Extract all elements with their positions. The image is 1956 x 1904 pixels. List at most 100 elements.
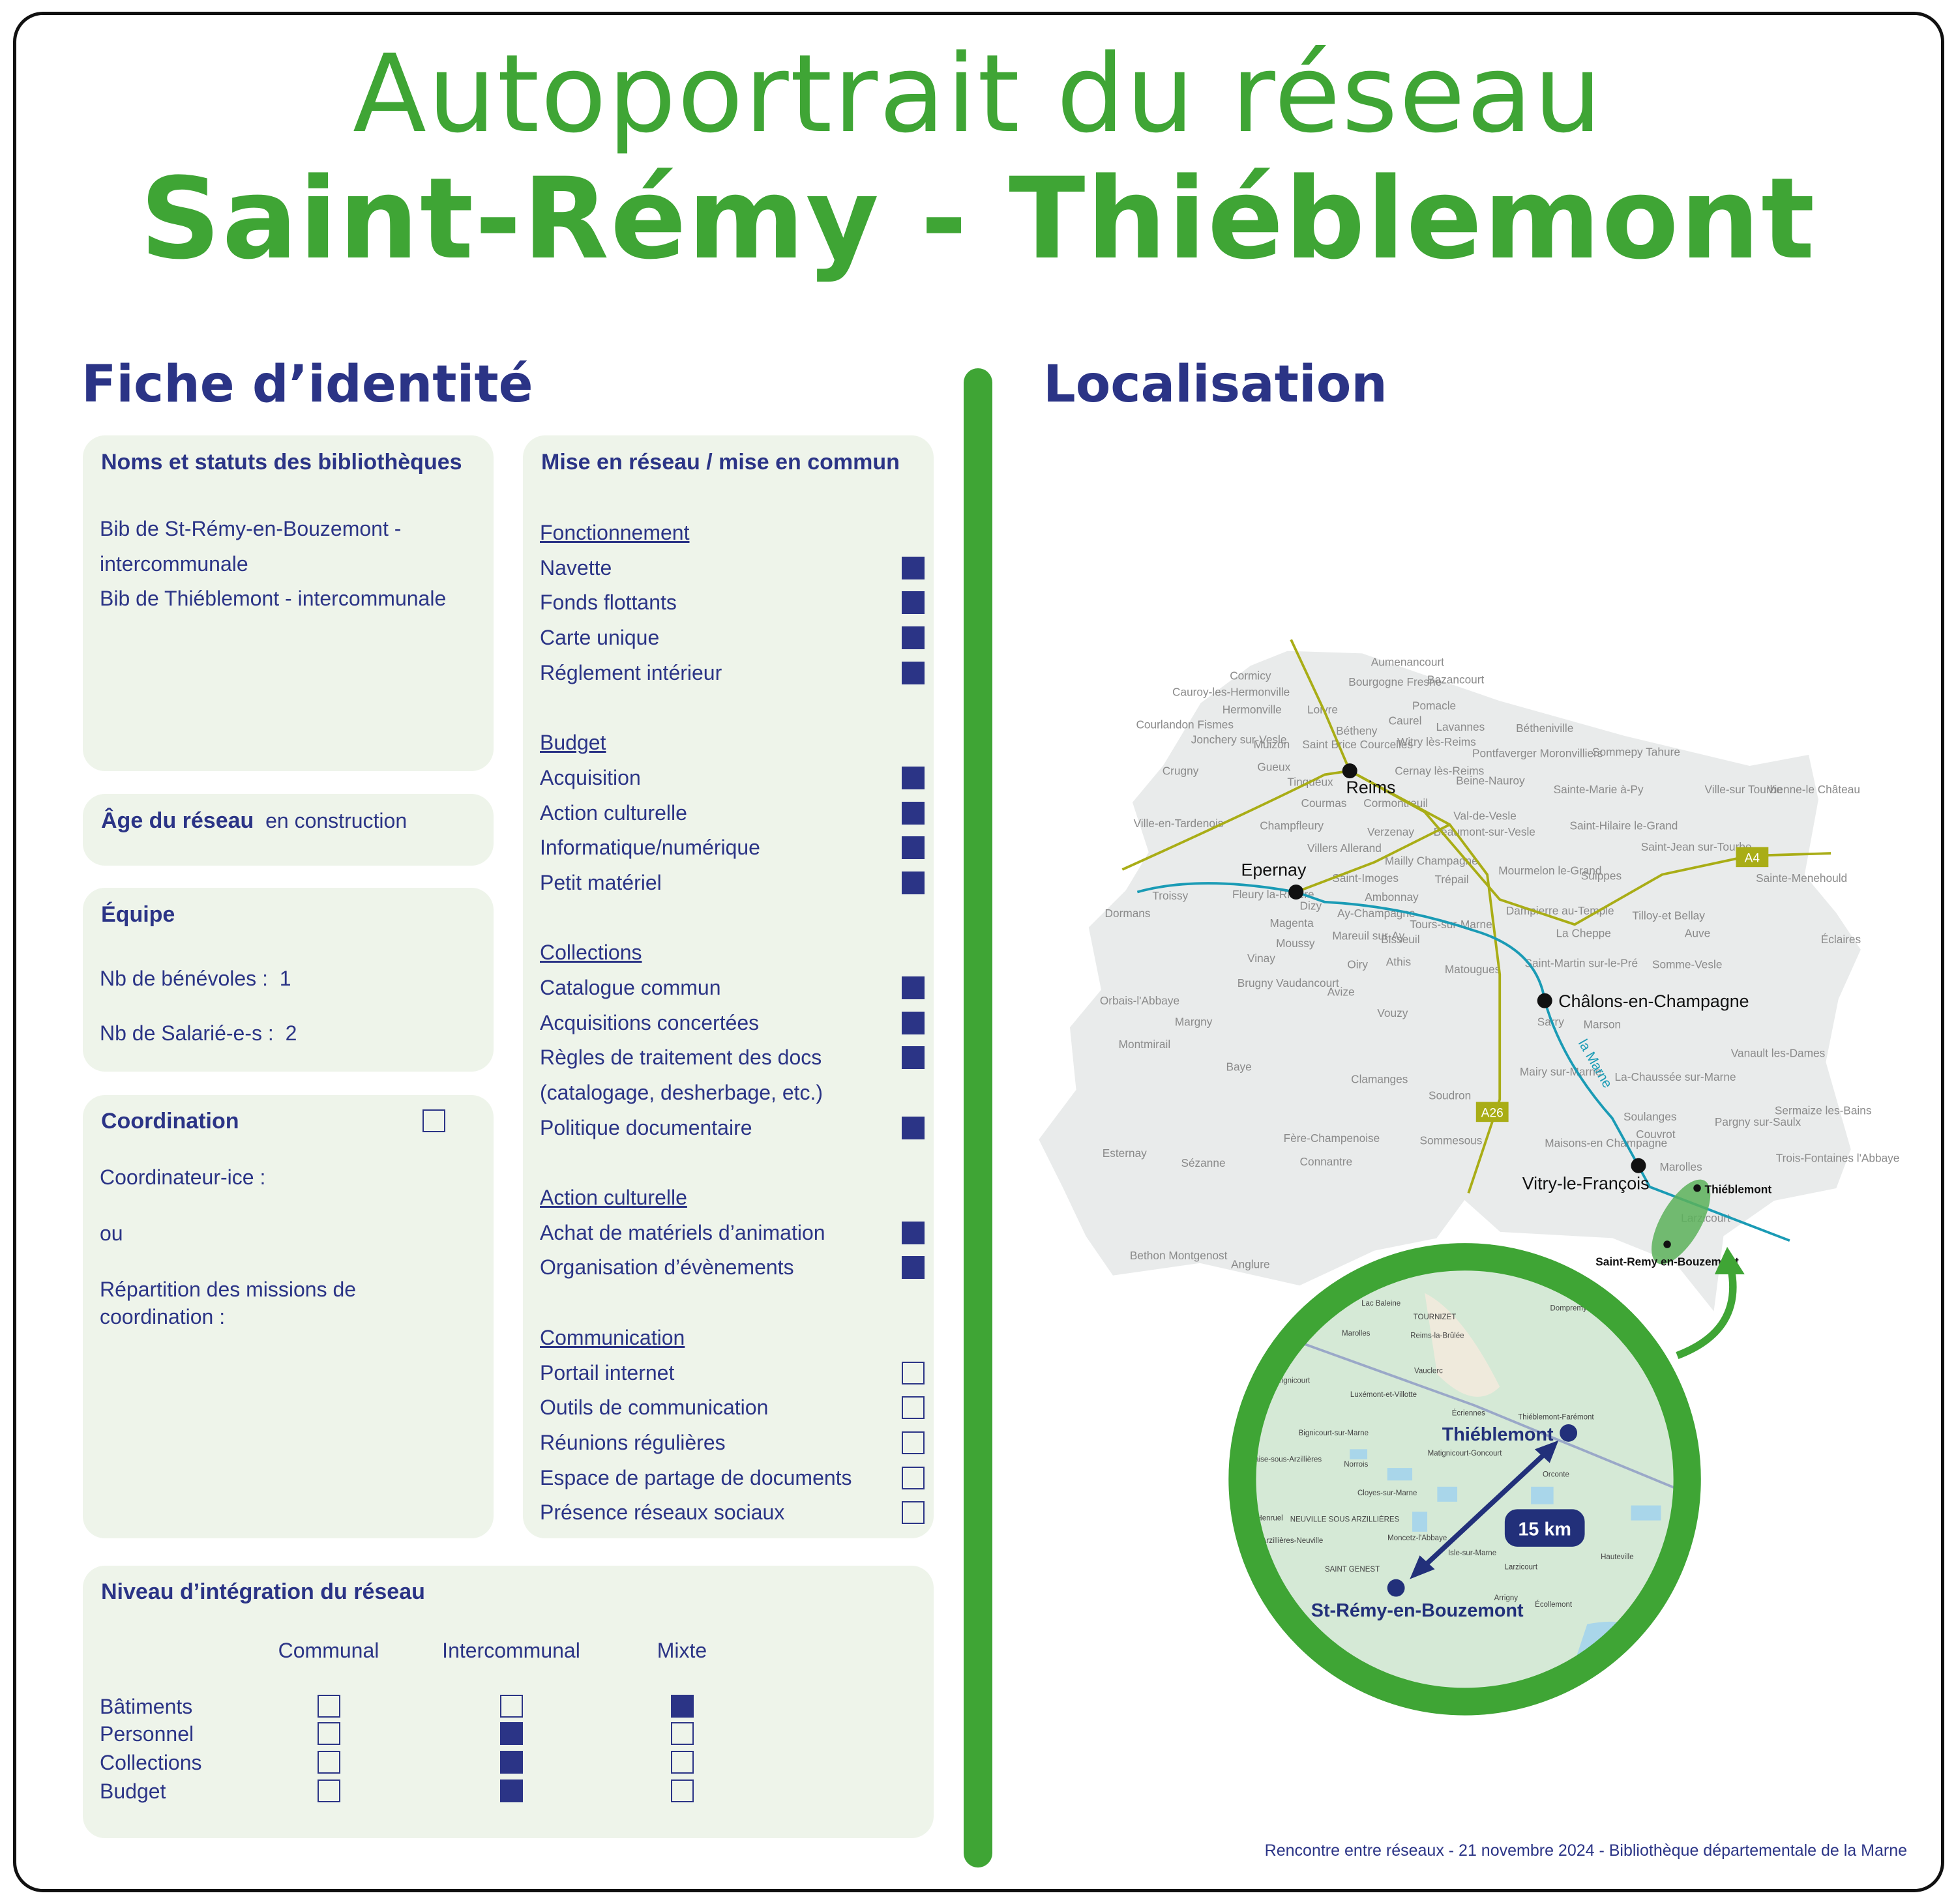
inset-place-label: Marolles — [1342, 1330, 1371, 1338]
town-label: Connantre — [1300, 1155, 1353, 1168]
town-label: Matougues — [1445, 963, 1500, 976]
inset-place-label: Reims-la-Brûlée — [1410, 1332, 1464, 1340]
town-label: Fère-Champenoise — [1284, 1132, 1380, 1145]
town-label: Moussy — [1276, 937, 1315, 950]
town-label: Athis — [1386, 956, 1411, 969]
town-label: Auve — [1685, 927, 1710, 940]
inset-place-label: Écollemont — [1535, 1600, 1573, 1609]
inset-from-label: Thiéblemont — [1442, 1424, 1554, 1445]
town-label: Marolles — [1660, 1160, 1702, 1173]
town-label: Sommepy Tahure — [1592, 746, 1680, 759]
town-label: Montmirail — [1119, 1038, 1171, 1051]
town-label: Avize — [1327, 986, 1355, 999]
town-label: Courmas — [1301, 797, 1346, 810]
town-label: Villers Allerand — [1307, 842, 1382, 855]
city-label: Châlons-en-Champagne — [1558, 991, 1749, 1011]
town-label: Verzenay — [1367, 825, 1414, 838]
inset-place-label: Larzicourt — [1505, 1563, 1538, 1571]
inset-place-label: Bignicourt-sur-Marne — [1299, 1429, 1369, 1437]
inset-place-label: Vauclerc — [1414, 1367, 1443, 1375]
inset-place-label: Norrois — [1344, 1461, 1368, 1469]
inset-place-label: Blaise-sous-Arzillières — [1248, 1456, 1322, 1464]
inset-place-label: Cloyes-sur-Marne — [1357, 1489, 1417, 1497]
inset-place-label: Lac Baleine — [1361, 1300, 1400, 1308]
town-label: Saint-Jean sur-Tourbe — [1641, 840, 1752, 853]
city-label: Vitry-le-François — [1522, 1174, 1650, 1194]
highlight-label: Saint-Remy en-Bouzemont — [1595, 1255, 1739, 1268]
town-label: Aumenancourt — [1371, 656, 1444, 669]
town-label: Soudron — [1429, 1089, 1471, 1102]
localisation-map: AumenancourtCormicy Bourgogne FresneBazan… — [1035, 639, 1900, 1716]
town-label: Caurel — [1389, 714, 1422, 727]
inset-place-label: TOURNIZET — [1414, 1313, 1457, 1321]
town-label: Clamanges — [1351, 1073, 1408, 1086]
town-label: Muizon — [1254, 738, 1290, 751]
town-label: Couvrot — [1636, 1128, 1676, 1141]
town-label: Hermonville — [1222, 703, 1282, 716]
town-label: Lavannes — [1436, 720, 1485, 733]
town-label: Brugny Vaudancourt — [1237, 976, 1339, 989]
town-label: Vanault les-Dames — [1731, 1047, 1825, 1060]
town-label: Marson — [1584, 1018, 1622, 1031]
town-label: Orbais-l'Abbaye — [1100, 994, 1179, 1007]
town-label: Saint-Martin sur-le-Pré — [1525, 957, 1638, 970]
town-label: Val-de-Vesle — [1453, 809, 1517, 822]
town-label: Pargny sur-Saulx — [1715, 1115, 1801, 1128]
town-label: Beine-Nauroy — [1456, 774, 1525, 787]
town-label: Sainte-Marie à-Py — [1554, 783, 1644, 796]
town-label: Margny — [1175, 1016, 1213, 1029]
town-label: Ay-Champagne — [1337, 907, 1415, 920]
town-label: Witry lès-Reims — [1397, 735, 1476, 748]
town-label: Magenta — [1270, 916, 1314, 930]
town-label: Vienne-le Château — [1767, 783, 1860, 796]
inset-place-label: Luxémont-et-Villotte — [1350, 1391, 1417, 1399]
town-label: Oiry — [1347, 958, 1368, 971]
inset-place-label: Écriennes — [1452, 1409, 1485, 1418]
town-label: Sainte-Menehould — [1756, 871, 1847, 885]
town-label: Pomacle — [1412, 699, 1456, 712]
inset-place-label: Isle-sur-Marne — [1448, 1549, 1496, 1557]
town-label: Anglure — [1231, 1257, 1269, 1270]
town-label: Courlandon Fismes — [1136, 718, 1234, 731]
city-dot — [1537, 993, 1552, 1008]
road-a4-label: A4 — [1745, 852, 1760, 866]
inset-place-label: Hauteville — [1601, 1553, 1633, 1561]
inset-place-label: Moncetz-l'Abbaye — [1387, 1534, 1447, 1542]
city-dot — [1288, 885, 1304, 900]
inset-place-label: SAINT GENEST — [1325, 1566, 1380, 1574]
inset-place-label: Matignicourt-Goncourt — [1428, 1450, 1503, 1457]
town-label: Bisseuil — [1381, 933, 1419, 946]
inset-place-label: Henruel — [1256, 1515, 1282, 1523]
town-label: Suippes — [1581, 869, 1622, 882]
inset-place-label: NEUVILLE SOUS ARZILLIÈRES — [1290, 1516, 1400, 1524]
city-label: Reims — [1346, 778, 1395, 797]
town-label: Esternay — [1103, 1147, 1147, 1160]
town-label: Soulanges — [1623, 1110, 1677, 1123]
town-label: Trépail — [1435, 873, 1469, 886]
town-label: Cauroy-les-Hermonville — [1172, 686, 1290, 699]
town-label: Sommesous — [1420, 1134, 1483, 1147]
town-label: Trois-Fontaines l'Abbaye — [1776, 1152, 1900, 1165]
town-label: La Cheppe — [1556, 927, 1610, 940]
town-label: Cormicy — [1230, 669, 1271, 682]
town-label: Tilloy-et Bellay — [1632, 909, 1705, 922]
town-label: Ambonnay — [1365, 890, 1419, 903]
town-label: Troissy — [1152, 889, 1188, 902]
marne-department-shape — [1035, 648, 1864, 1318]
town-label: Saint-Hilaire le-Grand — [1570, 819, 1678, 832]
thieblemont-dot — [1560, 1424, 1578, 1442]
town-label: Champfleury — [1260, 819, 1324, 832]
town-label: Baye — [1226, 1061, 1251, 1074]
town-label: Bazancourt — [1427, 673, 1484, 686]
town-label: La-Chaussée sur-Marne — [1615, 1070, 1736, 1083]
st-remy-dot — [1387, 1579, 1405, 1597]
town-label: Somme-Vesle — [1652, 958, 1722, 971]
inset-place-label: Arzillières-Neuville — [1262, 1537, 1324, 1545]
highlight-label: Thiéblemont — [1705, 1182, 1772, 1195]
town-label: Crugny — [1163, 764, 1199, 777]
town-label: Vouzy — [1377, 1006, 1408, 1019]
town-label: Vinay — [1247, 952, 1275, 965]
footer: Rencontre entre réseaux - 21 novembre 20… — [1264, 1841, 1907, 1860]
town-label: Bétheniville — [1516, 722, 1573, 735]
inset-to-label: St-Rémy-en-Bouzemont — [1311, 1600, 1524, 1621]
